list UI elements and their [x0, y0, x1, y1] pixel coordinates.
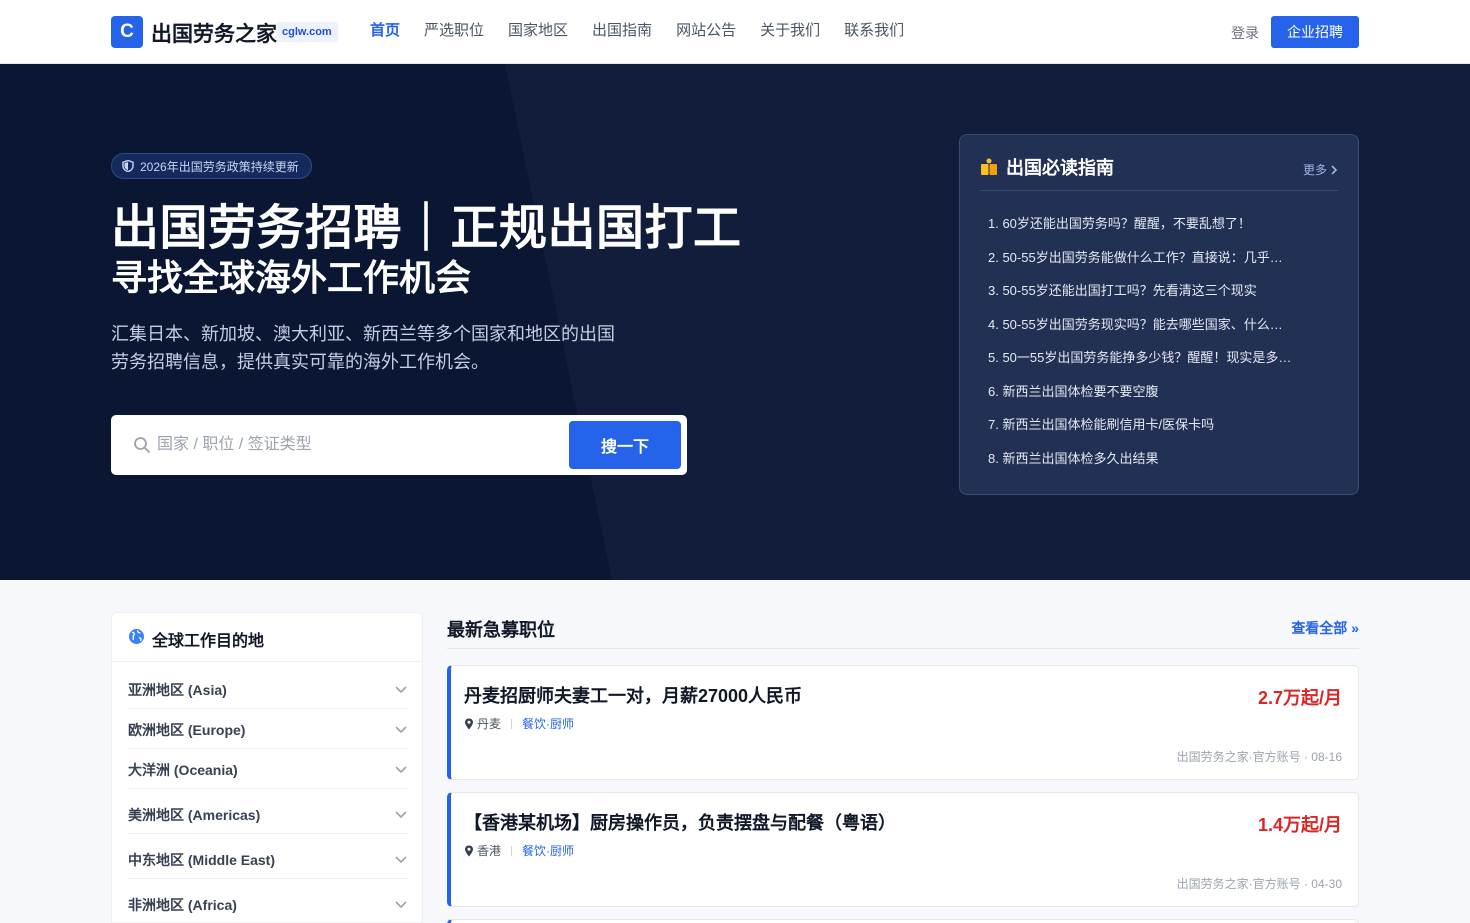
- job-footer: 出国劳务之家·官方账号 · 08-16: [1176, 750, 1342, 764]
- nav-guide[interactable]: 出国指南: [592, 21, 652, 41]
- destinations-title: 全球工作目的地: [152, 633, 265, 650]
- job-meta: 丹麦 餐饮·厨师: [464, 715, 574, 732]
- job-footer: 出国劳务之家·官方账号 · 04-30: [1176, 877, 1342, 891]
- chevron-down-icon: [395, 856, 407, 864]
- region-europe[interactable]: 欧洲地区 (Europe): [128, 709, 408, 749]
- chevron-down-icon: [395, 726, 407, 734]
- nav-about[interactable]: 关于我们: [760, 21, 820, 41]
- nav-jobs[interactable]: 严选职位: [424, 21, 484, 41]
- region-middle-east[interactable]: 中东地区 (Middle East): [128, 839, 408, 879]
- destinations-panel: 全球工作目的地 亚洲地区 (Asia) 欧洲地区 (Europe) 大洋洲 (O…: [111, 612, 423, 923]
- search-icon: [134, 437, 150, 453]
- job-card[interactable]: 丹麦招厨师夫妻工一对，月薪27000人民币 2.7万起/月 丹麦 餐饮·厨师 出…: [447, 665, 1359, 780]
- guide-item[interactable]: 6. 新西兰出国体检要不要空腹: [988, 383, 1318, 417]
- policy-badge: 2026年出国劳务政策持续更新: [111, 153, 312, 179]
- jobs-title: 最新急募职位: [447, 620, 555, 640]
- jobs-header: 最新急募职位 查看全部 »: [447, 612, 1359, 649]
- site-header: C 出国劳务之家 cglw.com 首页 严选职位 国家地区 出国指南 网站公告…: [0, 0, 1470, 64]
- job-card[interactable]: 【香港某机场】厨房操作员，负责摆盘与配餐（粤语） 1.4万起/月 香港 餐饮·厨…: [447, 792, 1359, 907]
- hero-subtitle: 寻找全球海外工作机会: [111, 257, 472, 298]
- job-card[interactable]: [447, 919, 1359, 923]
- guide-item[interactable]: 5. 50一55岁出国劳务能挣多少钱？醒醒！现实是多…: [988, 349, 1318, 383]
- job-title[interactable]: 丹麦招厨师夫妻工一对，月薪27000人民币: [464, 684, 802, 708]
- chevron-right-icon: [1331, 164, 1338, 175]
- job-salary: 1.4万起/月: [1257, 815, 1342, 835]
- location-pin-icon: [465, 718, 473, 729]
- job-category[interactable]: 餐饮·厨师: [522, 715, 574, 732]
- region-label: 中东地区 (Middle East): [128, 852, 276, 868]
- region-label: 非洲地区 (Africa): [128, 897, 237, 913]
- nav-contact[interactable]: 联系我们: [844, 21, 904, 41]
- nav-notice[interactable]: 网站公告: [676, 21, 736, 41]
- destinations-header: 全球工作目的地: [112, 613, 422, 662]
- chevron-down-icon: [395, 766, 407, 774]
- guide-more-label: 更多: [1302, 163, 1327, 177]
- region-label: 欧洲地区 (Europe): [128, 722, 246, 738]
- location-pin-icon: [465, 845, 473, 856]
- meta-divider: [511, 845, 513, 856]
- globe-icon: [129, 629, 144, 644]
- login-link[interactable]: 登录: [1231, 23, 1259, 43]
- region-americas[interactable]: 美洲地区 (Americas): [128, 794, 408, 834]
- book-icon: [981, 158, 997, 175]
- region-label: 亚洲地区 (Asia): [128, 682, 227, 698]
- search-box: 搜一下: [111, 415, 687, 475]
- job-location: 丹麦: [477, 717, 502, 731]
- guide-item[interactable]: 7. 新西兰出国体检能刷信用卡/医保卡吗: [988, 416, 1318, 450]
- guide-panel: 出国必读指南 更多 1. 60岁还能出国劳务吗？醒醒，不要乱想了！ 2. 50-…: [959, 134, 1359, 495]
- hero-title: 出国劳务招聘｜正规出国打工: [111, 202, 742, 255]
- main-nav: 首页 严选职位 国家地区 出国指南 网站公告 关于我们 联系我们: [370, 21, 904, 41]
- search-button[interactable]: 搜一下: [569, 421, 681, 469]
- search-input[interactable]: [157, 431, 557, 459]
- logo-mark[interactable]: C: [111, 16, 143, 48]
- enterprise-recruit-button[interactable]: 企业招聘: [1271, 16, 1359, 48]
- chevron-down-icon: [395, 686, 407, 694]
- guide-item[interactable]: 1. 60岁还能出国劳务吗？醒醒，不要乱想了！: [988, 215, 1318, 249]
- nav-countries[interactable]: 国家地区: [508, 21, 568, 41]
- job-meta: 香港 餐饮·厨师: [464, 842, 574, 859]
- job-title[interactable]: 【香港某机场】厨房操作员，负责摆盘与配餐（粤语）: [464, 811, 896, 835]
- meta-divider: [511, 718, 513, 729]
- guide-list: 1. 60岁还能出国劳务吗？醒醒，不要乱想了！ 2. 50-55岁出国劳务能做什…: [988, 215, 1318, 483]
- job-salary: 2.7万起/月: [1257, 688, 1342, 708]
- hero-description: 汇集日本、新加坡、澳大利亚、新西兰等多个国家和地区的出国劳务招聘信息，提供真实可…: [111, 324, 615, 372]
- region-oceania[interactable]: 大洋洲 (Oceania): [128, 749, 408, 789]
- logo-domain: cglw.com: [276, 22, 338, 42]
- guide-item[interactable]: 2. 50-55岁出国劳务能做什么工作？直接说：几乎…: [988, 249, 1318, 283]
- hero-section: 2026年出国劳务政策持续更新 出国劳务招聘｜正规出国打工 寻找全球海外工作机会…: [0, 64, 1470, 580]
- job-location: 香港: [477, 844, 502, 858]
- chevron-down-icon: [395, 811, 407, 819]
- guide-header: 出国必读指南 更多: [980, 157, 1338, 191]
- guide-more-link[interactable]: 更多: [1303, 161, 1338, 178]
- chevron-down-icon: [395, 901, 407, 909]
- region-label: 美洲地区 (Americas): [128, 807, 261, 823]
- shield-icon: [122, 160, 134, 172]
- badge-text: 2026年出国劳务政策持续更新: [140, 159, 299, 174]
- guide-item[interactable]: 3. 50-55岁还能出国打工吗？先看清这三个现实: [988, 282, 1318, 316]
- job-category[interactable]: 餐饮·厨师: [522, 842, 574, 859]
- view-all-link[interactable]: 查看全部 »: [1291, 618, 1359, 638]
- region-asia[interactable]: 亚洲地区 (Asia): [128, 669, 408, 709]
- region-label: 大洋洲 (Oceania): [128, 762, 238, 778]
- guide-item[interactable]: 8. 新西兰出国体检多久出结果: [988, 450, 1318, 484]
- guide-item[interactable]: 4. 50-55岁出国劳务现实吗？能去哪些国家、什么…: [988, 316, 1318, 350]
- logo-text[interactable]: 出国劳务之家: [151, 18, 277, 48]
- region-africa[interactable]: 非洲地区 (Africa): [128, 884, 408, 923]
- guide-title: 出国必读指南: [1006, 158, 1114, 178]
- nav-home[interactable]: 首页: [370, 21, 400, 41]
